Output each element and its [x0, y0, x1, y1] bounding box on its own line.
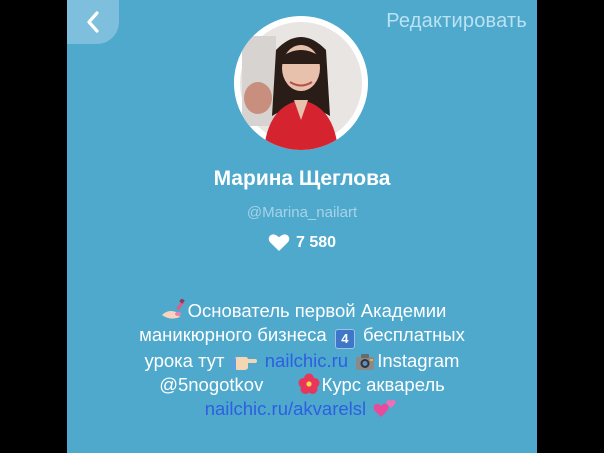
nail-polish-icon — [161, 299, 185, 319]
bio-line-4: @5nogotkov Курс акварель — [87, 373, 517, 397]
heart-icon — [268, 234, 290, 251]
bio-link-akvarel[interactable]: nailchic.ru/akvarelsl — [205, 398, 366, 419]
profile-bio: Основатель первой Академии маникюрного б… — [87, 299, 517, 421]
profile-name: Марина Щеглова — [213, 167, 391, 190]
avatar[interactable] — [234, 16, 368, 150]
bio-line-3: урока тут nailchic.ru Instagram — [87, 349, 517, 373]
bio-text-3b: Instagram — [377, 350, 460, 371]
bio-line-5: nailchic.ru/akvarelsl — [87, 397, 517, 421]
profile-screen: Редактировать Марина Щеглова @Marina_nai… — [67, 0, 537, 453]
bio-text-4b: Курс акварель — [321, 374, 445, 395]
back-button[interactable] — [67, 0, 119, 44]
likes-counter: 7 580 — [67, 233, 537, 252]
edit-profile-button[interactable]: Редактировать — [386, 10, 527, 33]
bio-text-2a: маникюрного бизнеса — [139, 324, 327, 345]
number-four-badge: 4 — [334, 329, 355, 349]
likes-count: 7 580 — [295, 233, 337, 251]
chevron-left-icon — [87, 11, 99, 33]
bio-text-4a: @5nogotkov — [159, 374, 264, 395]
avatar-photo — [234, 16, 368, 150]
bio-text-1: Основатель первой Академии — [187, 300, 447, 321]
pointing-hand-icon — [231, 357, 257, 370]
camera-icon — [356, 354, 375, 370]
bio-text-2b: бесплатных — [362, 324, 465, 345]
bio-text-3a: урока тут — [144, 350, 225, 371]
hibiscus-icon — [298, 373, 320, 394]
profile-handle: @Marina_nailart — [246, 204, 358, 221]
bio-link-nailchic[interactable]: nailchic.ru — [265, 350, 348, 371]
bio-line-1: Основатель первой Академии — [87, 299, 517, 323]
two-hearts-icon — [373, 399, 396, 417]
bio-line-2: маникюрного бизнеса 4 бесплатных — [87, 323, 517, 349]
